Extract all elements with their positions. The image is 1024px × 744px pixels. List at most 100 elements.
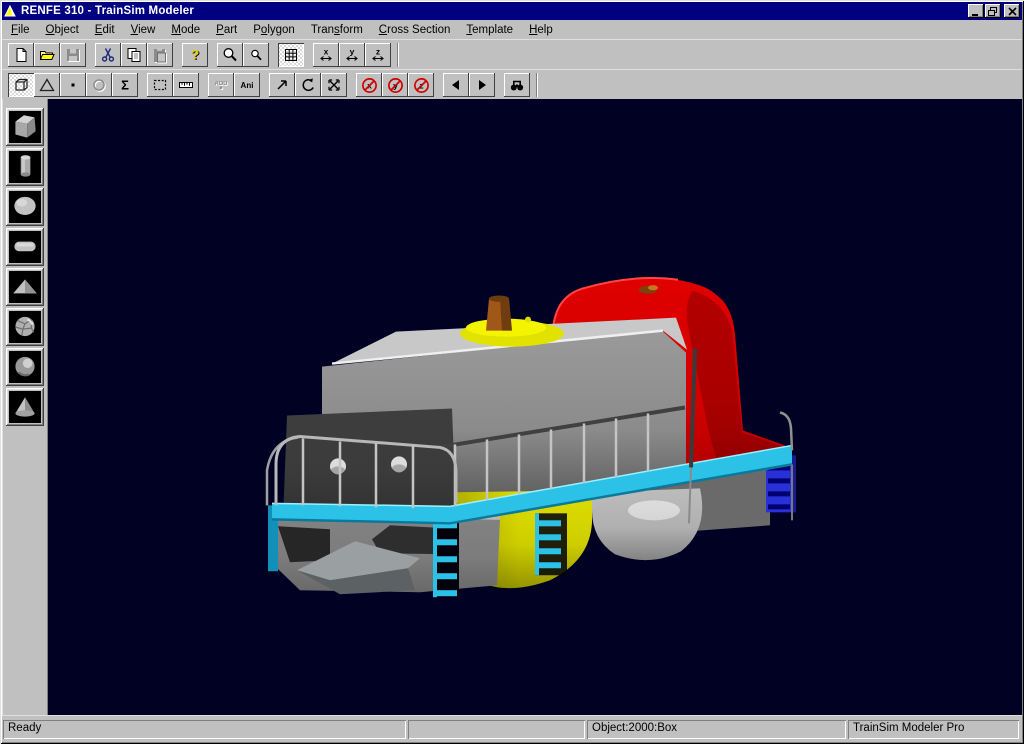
menu-cross-section[interactable]: Cross Section	[371, 22, 459, 38]
mirror-y-button[interactable]: y	[339, 43, 365, 67]
rotate-icon	[300, 77, 316, 93]
status-object: Object:2000:Box	[587, 720, 846, 739]
select-tool-button[interactable]	[147, 73, 173, 97]
animate-icon: Ani	[239, 77, 255, 93]
add-mode-icon: ADD	[213, 77, 229, 93]
sphere-primitive-icon	[9, 191, 41, 223]
primitive-pyramid-button[interactable]	[6, 268, 44, 306]
mirror-z-button[interactable]: z	[365, 43, 391, 67]
magnifier-large-icon	[222, 47, 238, 63]
mirror-y-icon: y	[344, 47, 360, 63]
sigma-tool-button[interactable]: Σ	[112, 73, 138, 97]
copy-icon	[126, 47, 142, 63]
find-button[interactable]	[504, 73, 530, 97]
box-tool-button[interactable]	[8, 73, 34, 97]
menu-polygon[interactable]: Polygon	[245, 22, 303, 38]
window-title: RENFE 310 - TrainSim Modeler	[21, 5, 967, 17]
app-window: RENFE 310 - TrainSim Modeler FileObjectE…	[0, 0, 1024, 744]
measure-tool-button[interactable]	[173, 73, 199, 97]
prev-button[interactable]	[443, 73, 469, 97]
lock-z-button[interactable]: z	[408, 73, 434, 97]
circle-tool-button[interactable]	[86, 73, 112, 97]
grid-toggle-button[interactable]	[278, 43, 304, 67]
primitive-cone-button[interactable]	[6, 388, 44, 426]
add-mode-button[interactable]: ADD	[208, 73, 234, 97]
grid-icon	[283, 47, 299, 63]
menu-part[interactable]: Part	[208, 22, 245, 38]
cut-button[interactable]	[95, 43, 121, 67]
scale-icon	[326, 77, 342, 93]
model-front-steps	[433, 513, 459, 597]
menu-help[interactable]: Help	[521, 22, 561, 38]
new-button[interactable]	[8, 43, 34, 67]
menu-view[interactable]: View	[123, 22, 164, 38]
cylinder-primitive-icon	[9, 151, 41, 183]
menu-mode[interactable]: Mode	[163, 22, 208, 38]
open-folder-icon	[39, 47, 55, 63]
animate-button[interactable]: Ani	[234, 73, 260, 97]
prev-arrow-icon	[448, 77, 464, 93]
status-app: TrainSim Modeler Pro	[848, 720, 1019, 739]
geosphere-primitive-icon	[9, 311, 41, 343]
model-render	[48, 99, 1022, 715]
status-middle	[408, 720, 585, 739]
menu-edit[interactable]: Edit	[87, 22, 123, 38]
sigma-icon: Σ	[117, 77, 133, 93]
polygon-tool-button[interactable]	[34, 73, 60, 97]
menu-template[interactable]: Template	[458, 22, 521, 38]
status-bar: Ready Object:2000:Box TrainSim Modeler P…	[2, 715, 1022, 742]
lock-z-icon: z	[413, 77, 430, 94]
close-icon	[1008, 7, 1017, 16]
shape-palette	[2, 99, 48, 715]
paste-button[interactable]	[147, 43, 173, 67]
model-mid-steps	[535, 513, 567, 575]
circle-tool-icon	[91, 77, 107, 93]
point-tool-button[interactable]	[60, 73, 86, 97]
binoculars-icon	[509, 77, 525, 93]
primitive-box-button[interactable]	[6, 108, 44, 146]
svg-text:x: x	[324, 47, 329, 57]
move-tool-button[interactable]	[269, 73, 295, 97]
scale-tool-button[interactable]	[321, 73, 347, 97]
minimize-icon	[971, 7, 981, 16]
help-icon: ? ?	[187, 47, 203, 63]
viewport-3d[interactable]	[48, 99, 1022, 715]
pyramid-primitive-icon	[9, 271, 41, 303]
next-arrow-icon	[474, 77, 490, 93]
menu-file[interactable]: File	[3, 22, 38, 38]
open-button[interactable]	[34, 43, 60, 67]
restore-icon	[988, 7, 998, 16]
status-ready: Ready	[3, 720, 406, 739]
lock-y-button[interactable]: y	[382, 73, 408, 97]
primitive-cylinder-button[interactable]	[6, 148, 44, 186]
menu-object[interactable]: Object	[38, 22, 87, 38]
save-disk-icon	[65, 47, 81, 63]
restore-button[interactable]	[985, 4, 1001, 18]
mirror-x-button[interactable]: x	[313, 43, 339, 67]
triangle-tool-icon	[39, 77, 55, 93]
cut-scissors-icon	[100, 47, 116, 63]
svg-text:Ani: Ani	[241, 81, 254, 90]
primitive-smooth-sphere-button[interactable]	[6, 348, 44, 386]
title-bar: RENFE 310 - TrainSim Modeler	[2, 2, 1022, 20]
minimize-button[interactable]	[968, 4, 984, 18]
menu-transform[interactable]: Transform	[303, 22, 371, 38]
next-button[interactable]	[469, 73, 495, 97]
marquee-select-icon	[152, 77, 168, 93]
toolbar-main: ? ? x	[2, 39, 1022, 69]
rotate-tool-button[interactable]	[295, 73, 321, 97]
move-arrow-icon	[274, 77, 290, 93]
cone-primitive-icon	[9, 391, 41, 423]
close-button[interactable]	[1004, 4, 1020, 18]
copy-button[interactable]	[121, 43, 147, 67]
primitive-geosphere-button[interactable]	[6, 308, 44, 346]
svg-text:z: z	[376, 47, 380, 57]
ruler-icon	[178, 77, 194, 93]
help-button[interactable]: ? ?	[182, 43, 208, 67]
primitive-capsule-button[interactable]	[6, 228, 44, 266]
zoom-in-button[interactable]	[217, 43, 243, 67]
primitive-sphere-button[interactable]	[6, 188, 44, 226]
lock-x-button[interactable]: x	[356, 73, 382, 97]
zoom-out-button[interactable]	[243, 43, 269, 67]
save-button[interactable]	[60, 43, 86, 67]
